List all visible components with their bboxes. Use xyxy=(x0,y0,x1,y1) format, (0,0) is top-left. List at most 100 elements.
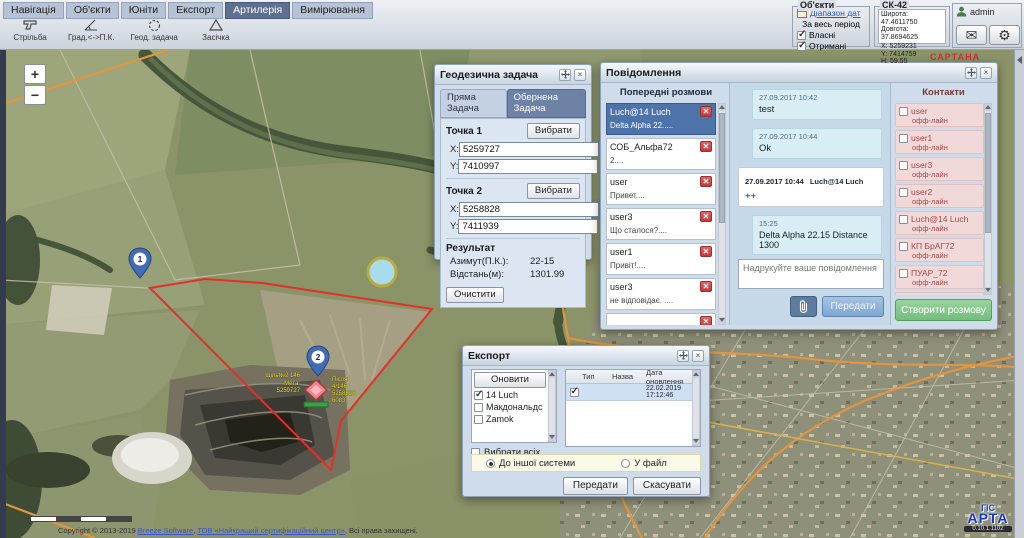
menu-tab-artillery[interactable]: Артилерія xyxy=(225,2,290,19)
point2-x-input[interactable] xyxy=(459,202,599,217)
send-message-button[interactable]: Передати xyxy=(822,296,884,317)
geodesic-dialog-header[interactable]: Геодезична задача × xyxy=(435,65,591,85)
mail-button[interactable]: ✉ xyxy=(956,25,987,45)
menu-tab-navigation[interactable]: Навігація xyxy=(3,2,64,19)
conversation-item[interactable]: user3✕ Що сталося?.... xyxy=(606,208,716,240)
contact-item[interactable]: Luch@14 Luch офф-лайн xyxy=(895,211,984,235)
contact-item[interactable]: КП БрАГ72 офф-лайн xyxy=(895,238,984,262)
clear-button[interactable]: Очистити xyxy=(446,287,504,303)
point2-choose-button[interactable]: Вибрати xyxy=(527,183,580,199)
contact-checkbox[interactable] xyxy=(899,215,908,224)
refresh-button[interactable]: Оновити xyxy=(474,372,546,388)
zoom-in-button[interactable]: + xyxy=(24,64,46,84)
export-cancel-button[interactable]: Скасувати xyxy=(633,477,701,495)
conversations-scrollbar[interactable] xyxy=(718,103,726,325)
export-item-checkbox[interactable] xyxy=(474,391,483,400)
menu-tab-units[interactable]: Юніти xyxy=(121,2,166,19)
export-list-scrollbar[interactable] xyxy=(548,370,556,442)
contacts-scrollbar[interactable] xyxy=(984,103,992,295)
conversation-item[interactable]: Luch@14 Luch✕ Delta Alpha 22..... xyxy=(606,103,716,135)
delete-conversation-icon[interactable]: ✕ xyxy=(700,141,712,152)
point1-choose-button[interactable]: Вибрати xyxy=(527,123,580,139)
gis-arta-logo: ГІС АРТА 0.10.1.1102 xyxy=(964,504,1012,532)
tab-direct-task[interactable]: Пряма Задача xyxy=(440,89,507,118)
side-panel-collapsed[interactable] xyxy=(1014,50,1024,538)
delete-conversation-icon[interactable]: ✕ xyxy=(700,106,712,117)
pin-window-icon[interactable] xyxy=(677,350,689,362)
contact-item-partial[interactable]: ПУ_БРМ_-6 xyxy=(895,292,984,295)
delete-conversation-icon[interactable]: ✕ xyxy=(700,281,712,292)
conversation-item[interactable]: СОБ_Альфа72✕ 2.... xyxy=(606,138,716,170)
tab-inverse-task[interactable]: Обернена Задача xyxy=(507,89,586,118)
contact-item[interactable]: ПУАР_72 офф-лайн xyxy=(895,265,984,289)
delete-conversation-icon[interactable]: ✕ xyxy=(700,176,712,187)
position-circle-marker[interactable] xyxy=(368,258,396,286)
point1-y-input[interactable] xyxy=(458,159,598,174)
own-checkbox[interactable] xyxy=(797,31,806,40)
conversation-name: Luch@14 Luch xyxy=(610,107,700,117)
messages-panel-header[interactable]: Повідомлення × xyxy=(601,63,997,83)
radio-to-file-control[interactable] xyxy=(621,459,630,468)
received-checkbox[interactable] xyxy=(797,42,806,51)
distance-value: 1301.99 xyxy=(530,269,580,280)
radio-to-system[interactable]: До іншої системи xyxy=(486,458,575,469)
delete-conversation-icon[interactable]: ✕ xyxy=(700,211,712,222)
point1-x-input[interactable] xyxy=(459,142,599,157)
radio-to-file[interactable]: У файл xyxy=(621,458,667,469)
contact-item[interactable]: user офф-лайн xyxy=(895,103,984,127)
conversation-item-partial[interactable]: ✕ xyxy=(606,313,716,325)
contact-checkbox[interactable] xyxy=(899,242,908,251)
pin-window-icon[interactable] xyxy=(559,69,571,81)
pin-window-icon[interactable] xyxy=(965,67,977,79)
copyright-link-center[interactable]: ТОВ «Найкращий сертифікаційний центр» xyxy=(197,526,344,535)
menu-tab-objects[interactable]: Об'єкти xyxy=(66,2,119,19)
export-item[interactable]: 14 Luch xyxy=(472,390,556,402)
delete-conversation-icon[interactable]: ✕ xyxy=(700,246,712,257)
export-send-button[interactable]: Передати xyxy=(563,477,628,495)
contact-item[interactable]: user1 офф-лайн xyxy=(895,130,984,154)
contact-name: user3 xyxy=(911,160,932,170)
tool-shooting[interactable]: Стрільба xyxy=(8,18,52,42)
contact-checkbox[interactable] xyxy=(899,188,908,197)
export-dialog-header[interactable]: Експорт × xyxy=(463,346,709,366)
contact-checkbox[interactable] xyxy=(899,134,908,143)
tool-intersection[interactable]: Засічка xyxy=(194,18,238,42)
conversation-item[interactable]: user1✕ Привіт!.... xyxy=(606,243,716,275)
export-item[interactable]: Zamok xyxy=(472,414,556,426)
export-table-scrollbar[interactable] xyxy=(692,370,700,446)
tool-label: Стрільба xyxy=(8,33,52,42)
row-checkbox[interactable] xyxy=(570,388,579,397)
contact-status: офф-лайн xyxy=(912,278,980,287)
conversation-item[interactable]: user✕ Привет.... xyxy=(606,173,716,205)
create-conversation-button[interactable]: Створити розмову xyxy=(895,299,992,321)
conversation-item[interactable]: user3✕ не відповідає. .... xyxy=(606,278,716,310)
contact-checkbox[interactable] xyxy=(899,107,908,116)
contact-item[interactable]: user3 офф-лайн xyxy=(895,157,984,181)
annotation-label: 6083 xyxy=(332,398,346,404)
radio-to-system-control[interactable] xyxy=(486,459,495,468)
menu-tab-export[interactable]: Експорт xyxy=(168,2,223,19)
delete-conversation-icon[interactable]: ✕ xyxy=(700,316,712,325)
message-input[interactable] xyxy=(738,259,884,289)
close-icon[interactable]: × xyxy=(692,350,704,362)
export-item-checkbox[interactable] xyxy=(474,415,483,424)
chat-text: test xyxy=(759,104,875,115)
close-icon[interactable]: × xyxy=(574,69,586,81)
export-item[interactable]: Макдональдс xyxy=(472,402,556,414)
export-table-row[interactable]: 22.02.2019 17:12:46 xyxy=(566,384,700,401)
user-row[interactable]: admin xyxy=(953,4,1021,19)
copyright-link-breeze[interactable]: Breeze Software xyxy=(138,526,193,535)
close-icon[interactable]: × xyxy=(980,67,992,79)
export-item-checkbox[interactable] xyxy=(474,403,483,412)
settings-button[interactable]: ⚙ xyxy=(989,25,1020,45)
contact-item[interactable]: user2 офф-лайн xyxy=(895,184,984,208)
tool-grad-pk[interactable]: Град.<->П.К. xyxy=(68,18,115,42)
contact-checkbox[interactable] xyxy=(899,269,908,278)
attach-button[interactable] xyxy=(790,296,817,317)
menu-tab-measure[interactable]: Вимірювання xyxy=(292,2,373,19)
tool-geodesic-task[interactable]: Геод. задача xyxy=(131,18,178,42)
point2-y-input[interactable] xyxy=(458,219,598,234)
zoom-out-button[interactable]: − xyxy=(24,85,46,105)
export-dialog-title: Експорт xyxy=(468,350,674,362)
contact-checkbox[interactable] xyxy=(899,161,908,170)
